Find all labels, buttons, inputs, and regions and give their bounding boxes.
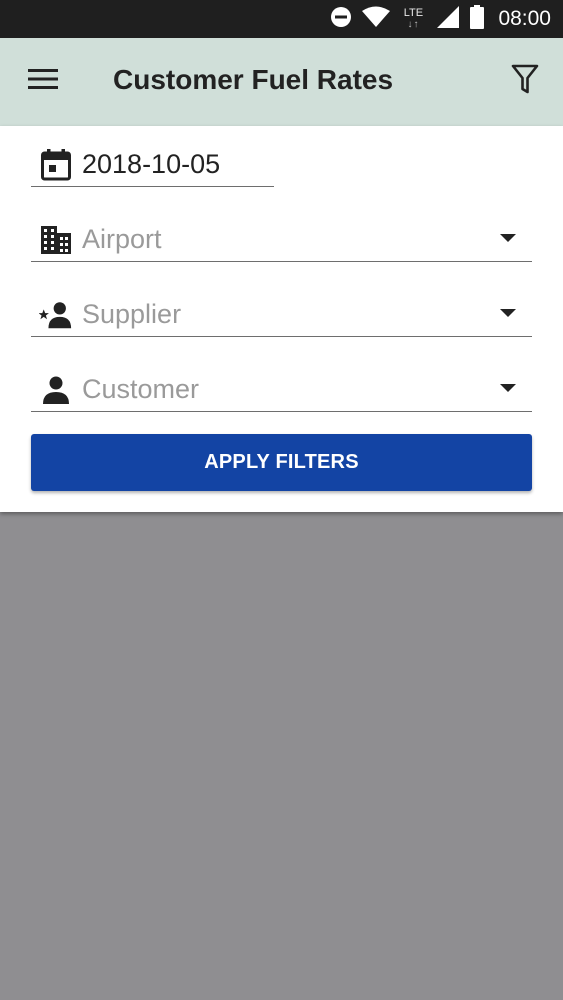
signal-icon [436, 5, 460, 34]
chevron-down-icon[interactable] [500, 384, 516, 392]
filter-panel: 2018-10-05 Airport Supplier Customer APP… [0, 126, 563, 512]
menu-button[interactable] [18, 58, 68, 104]
hamburger-menu-icon [28, 68, 58, 95]
wifi-icon [362, 6, 391, 33]
chevron-down-icon[interactable] [500, 234, 516, 242]
date-field[interactable]: 2018-10-05 [31, 140, 274, 187]
lte-icon: LTE ↓↑ [403, 7, 424, 31]
status-icons: LTE ↓↑ 08:00 [330, 0, 551, 38]
airport-select[interactable]: Airport [31, 215, 532, 262]
status-bar: LTE ↓↑ 08:00 [0, 0, 563, 38]
page-title: Customer Fuel Rates [113, 64, 394, 95]
filter-button[interactable] [503, 58, 547, 104]
apply-filters-button[interactable]: APPLY FILTERS [31, 434, 532, 491]
do-not-disturb-icon [330, 6, 352, 33]
status-time: 08:00 [498, 7, 551, 30]
date-value: 2018-10-05 [82, 149, 221, 179]
chevron-down-icon[interactable] [500, 309, 516, 317]
lte-label: LTE [403, 7, 424, 19]
airport-placeholder: Airport [82, 224, 162, 254]
overlay-scrim[interactable] [0, 512, 563, 1000]
supplier-select[interactable]: Supplier [31, 290, 532, 337]
building-icon [39, 223, 73, 257]
app-bar: Customer Fuel Rates [0, 38, 563, 126]
supplier-star-person-icon [39, 298, 73, 332]
person-icon [39, 373, 73, 407]
filter-icon [511, 64, 539, 99]
customer-placeholder: Customer [82, 374, 200, 404]
battery-icon [470, 4, 485, 34]
calendar-icon [39, 148, 73, 182]
customer-select[interactable]: Customer [31, 365, 532, 412]
supplier-placeholder: Supplier [82, 299, 182, 329]
